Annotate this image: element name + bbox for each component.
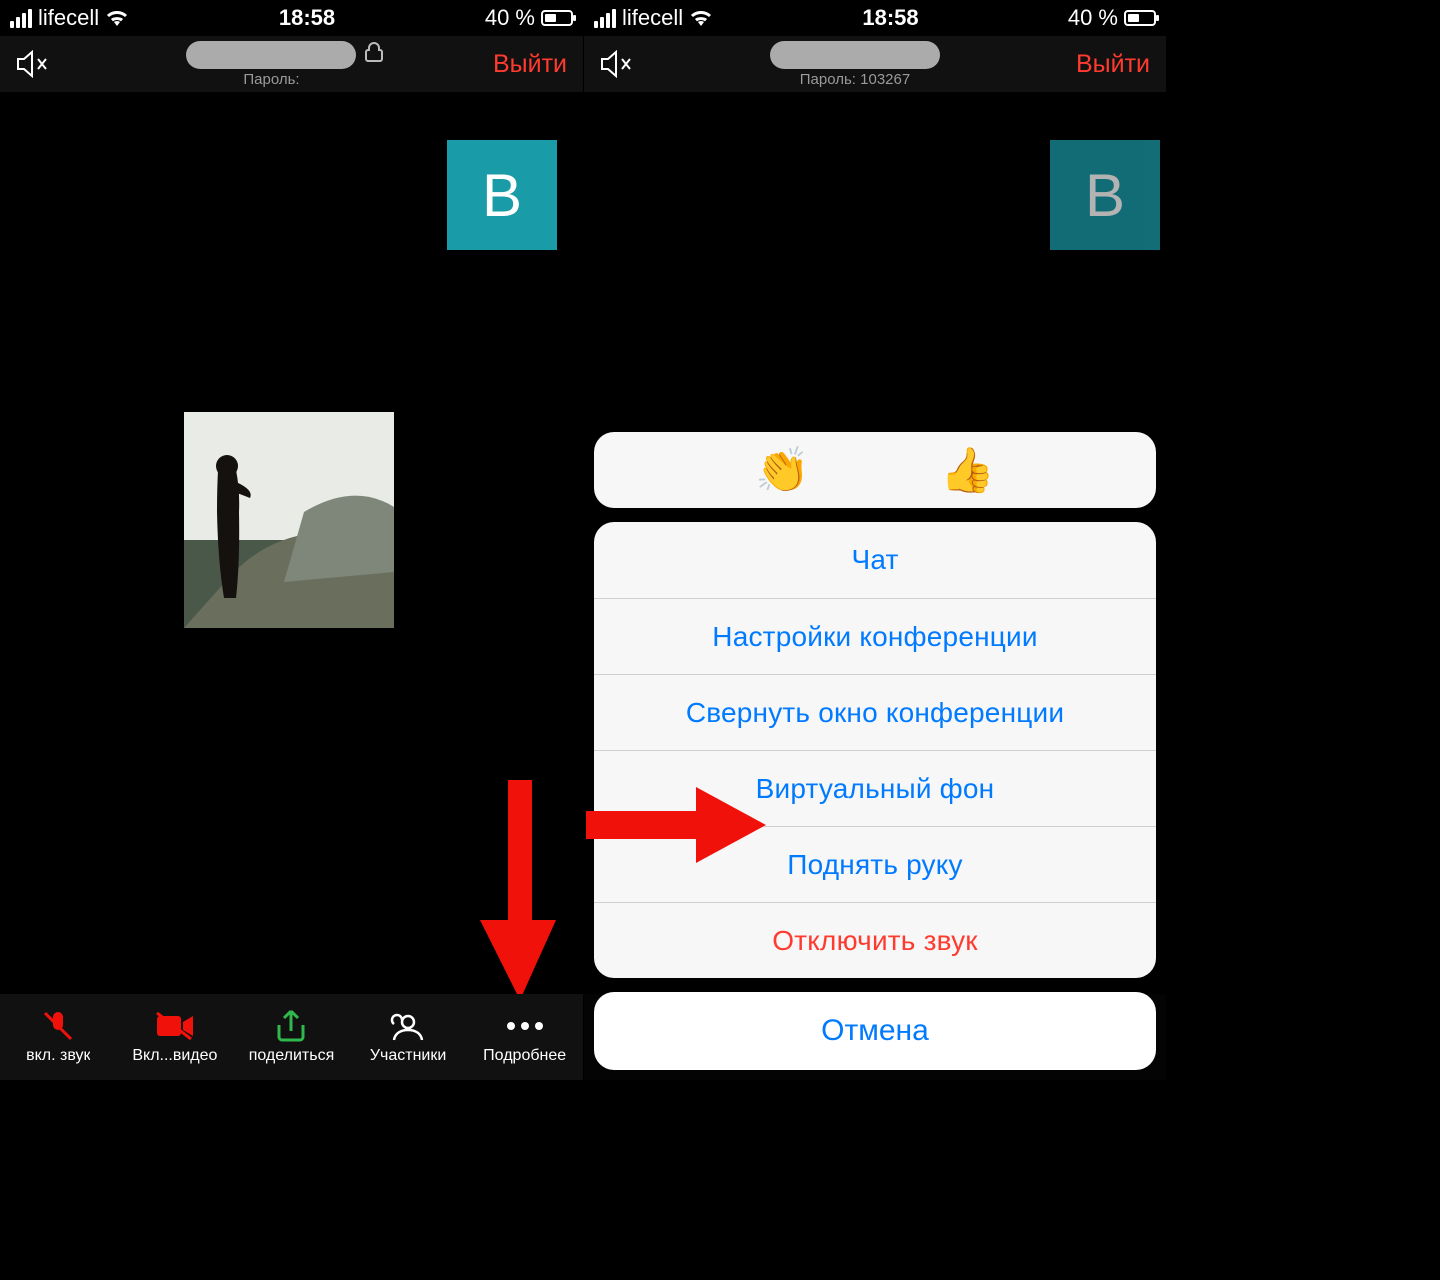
participants-label: Участники (370, 1047, 446, 1065)
start-video-label: Вкл...видео (132, 1047, 217, 1065)
participants-button[interactable]: Участники (350, 994, 467, 1080)
clap-reaction[interactable]: 👏 (755, 444, 810, 496)
battery-icon (541, 10, 573, 26)
chat-option[interactable]: Чат (594, 522, 1156, 598)
battery-percent: 40 % (1068, 5, 1118, 31)
lock-icon (365, 42, 383, 67)
share-icon (275, 1009, 307, 1043)
meeting-password: Пароль: (243, 71, 299, 88)
meeting-settings-option[interactable]: Настройки конференции (594, 598, 1156, 674)
share-button[interactable]: поделиться (233, 994, 350, 1080)
wifi-icon (105, 9, 129, 27)
meeting-title-redacted (186, 41, 356, 69)
clock: 18:58 (713, 5, 1068, 31)
share-label: поделиться (249, 1047, 335, 1065)
speaker-off-icon[interactable] (600, 50, 634, 78)
more-icon (507, 1009, 543, 1043)
thumbs-up-reaction[interactable]: 👍 (940, 444, 995, 496)
clock: 18:58 (129, 5, 485, 31)
meeting-header: Пароль: Выйти (0, 36, 583, 92)
meeting-header: Пароль: 103267 Выйти (584, 36, 1166, 92)
status-bar: lifecell 18:58 40 % (584, 0, 1166, 36)
leave-button[interactable]: Выйти (1076, 50, 1150, 79)
options-sheet: Чат Настройки конференции Свернуть окно … (594, 522, 1156, 978)
meeting-toolbar: вкл. звук Вкл...видео поделиться Участни… (0, 994, 583, 1080)
signal-icon (594, 9, 616, 28)
cancel-button[interactable]: Отмена (594, 992, 1156, 1070)
mic-off-icon (41, 1009, 75, 1043)
more-button[interactable]: Подробнее (466, 994, 583, 1080)
carrier-label: lifecell (622, 5, 683, 31)
unmute-label: вкл. звук (26, 1047, 90, 1065)
wifi-icon (689, 9, 713, 27)
video-off-icon (155, 1009, 195, 1043)
participant-initial: В (1085, 161, 1125, 230)
meeting-password: Пароль: 103267 (800, 71, 910, 88)
annotation-arrow-right (586, 775, 766, 875)
signal-icon (10, 9, 32, 28)
battery-percent: 40 % (485, 5, 535, 31)
status-bar: lifecell 18:58 40 % (0, 0, 583, 36)
participant-tile[interactable]: В (447, 140, 557, 250)
participant-initial: В (482, 161, 522, 230)
carrier-label: lifecell (38, 5, 99, 31)
minimize-option[interactable]: Свернуть окно конференции (594, 674, 1156, 750)
leave-button[interactable]: Выйти (493, 50, 567, 79)
more-action-sheet: 👏 👍 Чат Настройки конференции Свернуть о… (594, 432, 1156, 1070)
start-video-button[interactable]: Вкл...видео (117, 994, 234, 1080)
screen-more-menu: lifecell 18:58 40 % Пароль: 103267 Выйти… (583, 0, 1166, 1080)
more-label: Подробнее (483, 1047, 566, 1065)
meeting-title-redacted (770, 41, 940, 69)
battery-icon (1124, 10, 1156, 26)
participant-tile[interactable]: В (1050, 140, 1160, 250)
unmute-button[interactable]: вкл. звук (0, 994, 117, 1080)
speaker-off-icon[interactable] (16, 50, 50, 78)
screen-main: lifecell 18:58 40 % Пароль: Выйти (0, 0, 583, 1080)
disconnect-audio-option[interactable]: Отключить звук (594, 902, 1156, 978)
annotation-arrow-down (480, 780, 560, 1000)
participants-icon (388, 1009, 428, 1043)
self-avatar (184, 412, 394, 628)
reactions-sheet: 👏 👍 (594, 432, 1156, 508)
